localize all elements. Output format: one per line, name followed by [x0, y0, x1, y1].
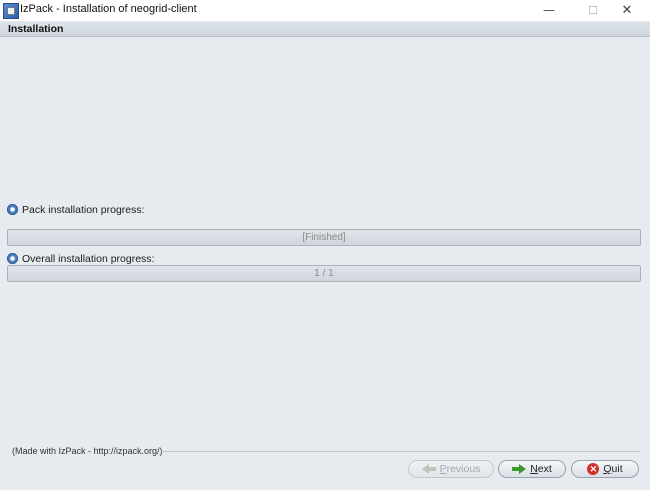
arrow-left-icon: [421, 464, 436, 474]
pack-progress-bar: [Finished]: [7, 229, 641, 246]
window-titlebar: IzPack - Installation of neogrid-client …: [0, 0, 650, 22]
previous-label: Previous: [439, 463, 481, 475]
arrow-right-icon: [512, 464, 527, 474]
overall-progress-label: Overall installation progress:: [22, 253, 155, 265]
izpack-app-icon: [3, 3, 19, 19]
next-button[interactable]: Next: [498, 460, 566, 478]
installer-panel: Installation Pack installation progress:…: [0, 22, 650, 490]
quit-x-icon: ✕: [587, 463, 600, 475]
panel-header: Installation: [0, 22, 650, 37]
window-title: IzPack - Installation of neogrid-client: [20, 3, 197, 15]
close-button[interactable]: ✕: [605, 0, 649, 21]
quit-button[interactable]: ✕ Quit: [571, 460, 639, 478]
next-label: Next: [530, 463, 552, 475]
footer-divider: [160, 451, 640, 452]
previous-button[interactable]: Previous: [408, 460, 494, 478]
pack-progress-label: Pack installation progress:: [22, 204, 145, 216]
made-with-label: (Made with IzPack - http://izpack.org/): [12, 446, 163, 456]
overall-progress-text: 1 / 1: [314, 268, 334, 279]
quit-label: Quit: [603, 463, 623, 475]
gear-icon: [7, 253, 18, 264]
overall-progress-bar: 1 / 1: [7, 265, 641, 282]
gear-icon: [7, 204, 18, 215]
minimize-button[interactable]: —: [527, 0, 571, 21]
pack-progress-text: [Finished]: [302, 232, 346, 243]
panel-title: Installation: [8, 23, 64, 35]
